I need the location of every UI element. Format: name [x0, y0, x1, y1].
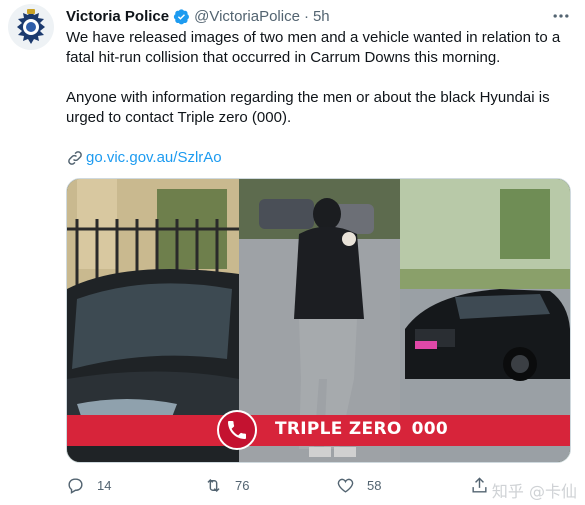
like-button[interactable]: 58 [336, 476, 381, 495]
tweet-header: Victoria Police @VictoriaPolice · 5h [66, 6, 569, 26]
banner-text: TRIPLE ZERO 000 [275, 419, 448, 439]
reply-button[interactable]: 14 [66, 476, 111, 495]
verified-icon [173, 8, 190, 24]
watermark: 知乎 @卡仙 [491, 482, 577, 501]
avatar[interactable] [8, 4, 54, 50]
like-count: 58 [367, 478, 382, 493]
tweet-paragraph-2: Anyone with information regarding the me… [66, 89, 550, 126]
tweet-paragraph-1: We have released images of two men and a… [66, 29, 561, 66]
share-icon [472, 477, 487, 493]
tweet-text: We have released images of two men and a… [66, 28, 571, 128]
retweet-icon [207, 478, 220, 493]
separator: · [303, 7, 309, 25]
phone-icon [228, 421, 246, 439]
link-text[interactable]: go.vic.gov.au/SzlrAo [86, 148, 222, 168]
retweet-count: 76 [235, 478, 250, 493]
police-badge-icon [8, 4, 54, 50]
more-icon[interactable] [551, 6, 571, 26]
reply-count: 14 [97, 478, 112, 493]
media-image[interactable]: TRIPLE ZERO 000 [66, 178, 571, 463]
banner-label: TRIPLE ZERO [275, 419, 402, 439]
handle[interactable]: @VictoriaPolice [194, 8, 300, 25]
display-name[interactable]: Victoria Police [66, 8, 169, 25]
link-icon [68, 151, 82, 165]
phone-icon-badge [217, 410, 257, 450]
timestamp[interactable]: 5h [313, 8, 330, 25]
reply-icon [68, 478, 83, 494]
like-icon [337, 478, 354, 493]
tweet-link[interactable]: go.vic.gov.au/SzlrAo [66, 148, 222, 168]
banner-number: 000 [411, 419, 449, 439]
retweet-button[interactable]: 76 [204, 476, 249, 495]
